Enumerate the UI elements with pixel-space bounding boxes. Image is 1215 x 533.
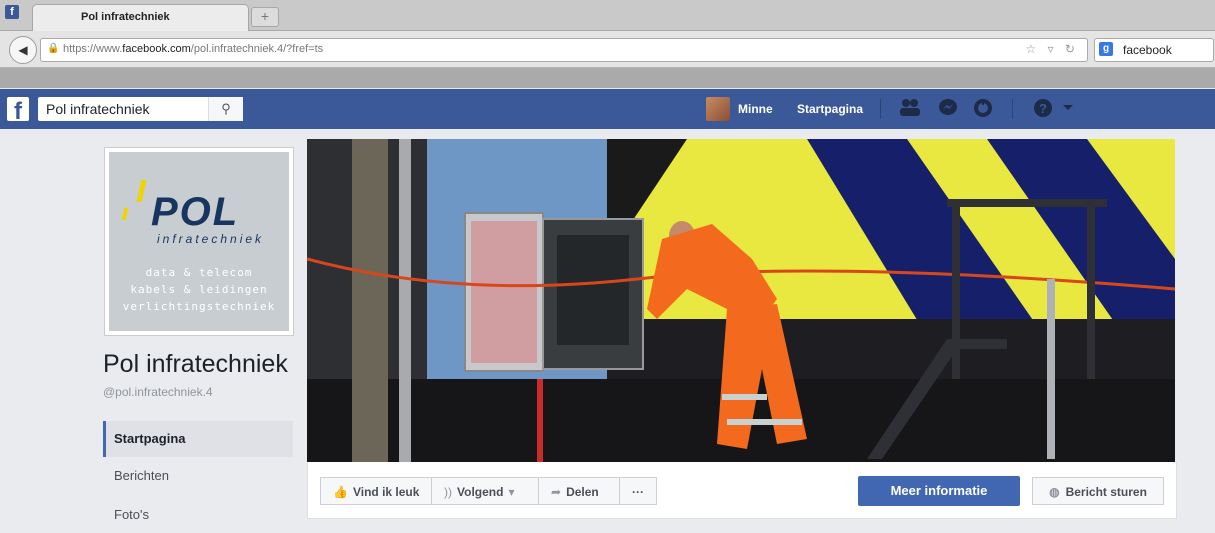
logo-subtitle: infratechniek [157, 232, 265, 246]
notifications-icon[interactable] [972, 98, 994, 120]
logo-brand: POL [151, 190, 240, 234]
send-message-button[interactable]: ◍ Bericht sturen [1032, 477, 1164, 505]
search-icon[interactable]: ⚲ [208, 97, 243, 121]
address-bar[interactable]: 🔒 https://www.facebook.com/pol.infratech… [40, 38, 1088, 62]
bookmark-star-icon[interactable]: ☆ ▿ ↻ [1025, 42, 1079, 56]
page-profile-picture[interactable]: POL infratechniek data & telecom kabels … [104, 147, 294, 336]
avatar [706, 97, 730, 121]
tab-title: Pol infratechniek [81, 11, 170, 23]
messenger-icon: ◍ [1049, 485, 1060, 499]
search-value: Pol infratechniek [46, 101, 150, 117]
cover-photo[interactable] [307, 139, 1175, 462]
browser-tab-bar: f Pol infratechniek + [0, 0, 1215, 31]
messages-icon[interactable] [937, 98, 959, 120]
follow-button[interactable]: )) Volgend ▾ [431, 477, 539, 505]
cover-photo-illustration [307, 139, 1175, 462]
left-nav-item-startpagina[interactable]: Startpagina [103, 421, 293, 457]
like-button[interactable]: 👍 Vind ik leuk [320, 477, 432, 505]
browser-tab[interactable]: Pol infratechniek [32, 4, 249, 31]
facebook-search-input[interactable]: Pol infratechniek ⚲ [38, 97, 243, 121]
user-name: Minne [738, 102, 773, 116]
facebook-logo-icon[interactable]: f [7, 97, 29, 121]
share-arrow-icon: ➦ [551, 485, 562, 499]
help-icon[interactable]: ? [1032, 98, 1054, 120]
back-button[interactable]: ◀ [9, 36, 37, 64]
page-action-bar: 👍 Vind ik leuk )) Volgend ▾ ➦ Delen ··· Meer… [307, 462, 1177, 519]
browser-nav-bar: ◀ 🔒 https://www.facebook.com/pol.infrate… [0, 31, 1215, 68]
rss-icon: )) [444, 485, 452, 499]
new-tab-button[interactable]: + [251, 7, 279, 27]
logo-accent [136, 180, 147, 202]
header-divider [1012, 99, 1013, 119]
url-text: https://www.facebook.com/pol.infratechni… [63, 43, 324, 55]
svg-text:?: ? [1039, 101, 1047, 116]
logo-service-line: kabels & leidingen [130, 283, 268, 296]
left-nav-item-berichten[interactable]: Berichten [103, 458, 293, 494]
pol-logo: POL infratechniek data & telecom kabels … [109, 152, 289, 331]
logo-service-line: data & telecom [145, 266, 253, 279]
google-search-icon[interactable]: g [1099, 42, 1113, 56]
header-divider [880, 99, 881, 119]
more-information-button[interactable]: Meer informatie [858, 476, 1020, 506]
lock-icon: 🔒 [47, 43, 60, 54]
facebook-header: f Pol infratechniek ⚲ Minne Startpagina … [0, 89, 1215, 129]
chevron-down-icon: ▾ [508, 485, 515, 499]
left-nav-item-fotos[interactable]: Foto's [103, 497, 293, 533]
browser-search-box[interactable]: g facebook [1094, 38, 1214, 62]
share-button[interactable]: ➦ Delen [538, 477, 620, 505]
page-title[interactable]: Pol infratechniek [103, 350, 288, 379]
thumbs-up-icon: 👍 [333, 485, 348, 499]
page-handle: @pol.infratechniek.4 [103, 385, 213, 399]
account-menu-icon[interactable] [1060, 98, 1076, 120]
search-engine-text: facebook [1123, 43, 1172, 57]
logo-accent [121, 208, 129, 220]
bookmarks-toolbar [0, 68, 1215, 88]
facebook-favicon-icon: f [5, 5, 19, 19]
home-link[interactable]: Startpagina [797, 102, 863, 116]
friends-icon[interactable] [899, 98, 921, 120]
more-options-button[interactable]: ··· [619, 477, 657, 505]
logo-service-line: verlichtingstechniek [122, 300, 276, 313]
